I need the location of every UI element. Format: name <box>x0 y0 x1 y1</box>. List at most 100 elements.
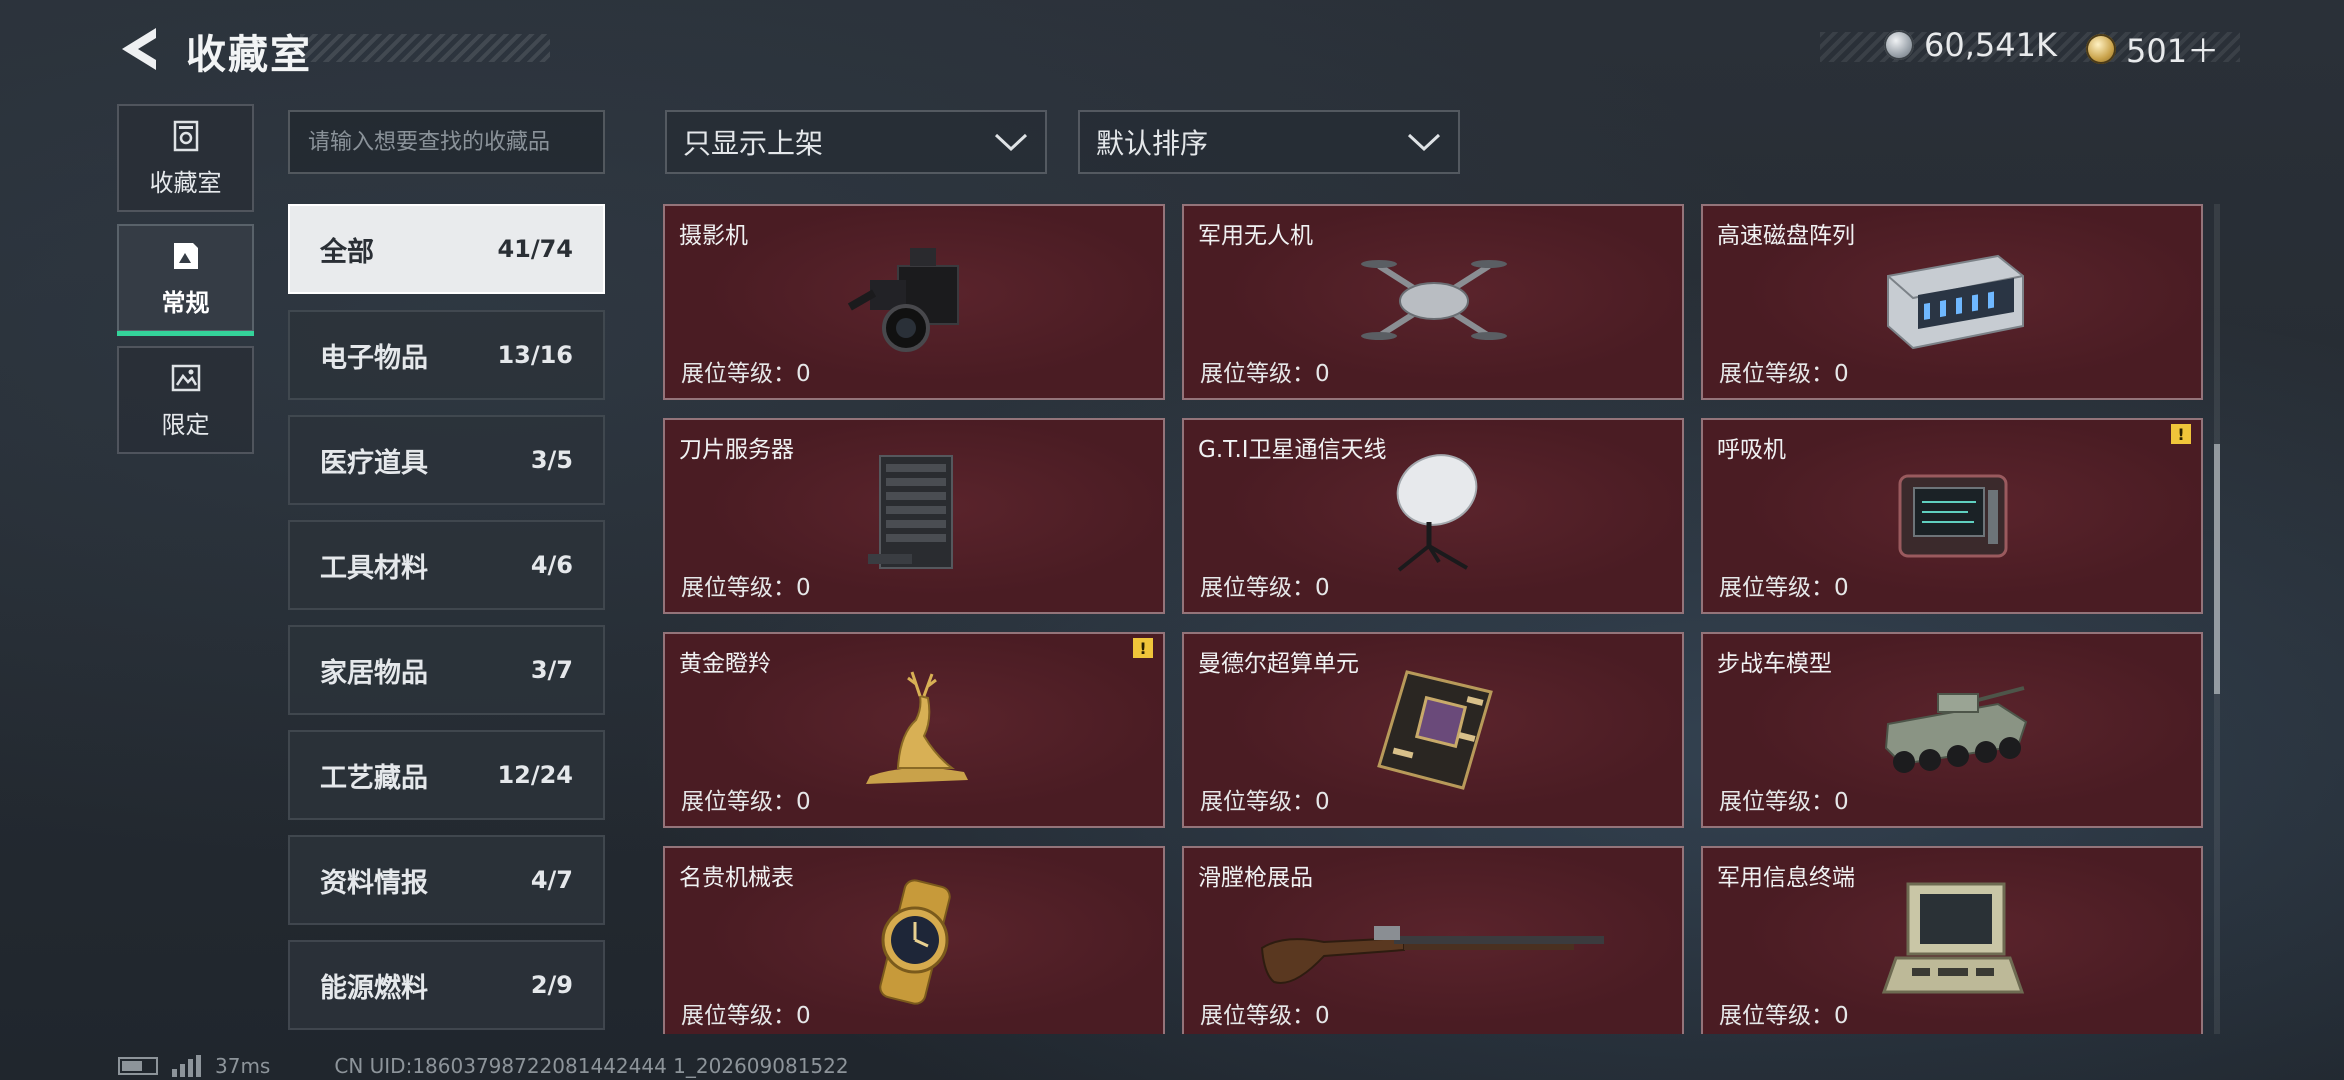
category-count: 12/24 <box>497 761 573 789</box>
item-card-musket[interactable]: 滑膛枪展品 展位等级：0 <box>1182 846 1684 1034</box>
item-name: 军用信息终端 <box>1717 865 1855 891</box>
category-label: 工艺藏品 <box>320 762 428 794</box>
title-decoration <box>300 34 550 62</box>
category-intel[interactable]: 资料情报 4/7 <box>288 835 605 925</box>
item-level-value: 0 <box>1315 361 1330 387</box>
category-count: 3/5 <box>530 446 573 474</box>
item-name: 刀片服务器 <box>679 437 794 463</box>
item-name: 曼德尔超算单元 <box>1198 651 1359 677</box>
item-level-value: 0 <box>1834 1003 1849 1029</box>
silver-coin-icon <box>1884 30 1914 60</box>
item-level: 展位等级：0 <box>1200 354 1330 388</box>
item-level-value: 0 <box>1315 575 1330 601</box>
gold-coin-icon <box>2086 34 2116 64</box>
category-count: 4/7 <box>530 866 573 894</box>
ping-value: 37ms <box>215 1054 271 1078</box>
gold-amount: 501＋ <box>2126 32 2220 70</box>
category-count: 13/16 <box>497 341 573 369</box>
item-card-blade-server[interactable]: 刀片服务器 展位等级：0 <box>663 418 1165 614</box>
display-filter-dropdown[interactable]: 只显示上架 <box>665 110 1047 174</box>
mode-tab-vault[interactable]: 收藏室 <box>117 104 254 212</box>
category-label: 工具材料 <box>320 552 428 584</box>
search-box <box>288 110 605 174</box>
item-level-value: 0 <box>1315 1003 1330 1029</box>
item-level-label: 展位等级： <box>1719 1003 1834 1029</box>
category-electronics[interactable]: 电子物品 13/16 <box>288 310 605 400</box>
drone-icon <box>1361 260 1507 340</box>
item-card-watch[interactable]: 名贵机械表 展位等级：0 <box>663 846 1165 1034</box>
category-crafts[interactable]: 工艺藏品 12/24 <box>288 730 605 820</box>
mode-tab-label: 收藏室 <box>149 168 222 197</box>
category-count: 2/9 <box>530 971 573 999</box>
ifv-model-icon <box>1884 686 2028 773</box>
mode-tab-label: 限定 <box>161 410 210 439</box>
item-level-label: 展位等级： <box>1200 789 1315 815</box>
category-label: 家居物品 <box>320 657 428 689</box>
category-label: 资料情报 <box>320 867 428 899</box>
item-level: 展位等级：0 <box>1719 996 1849 1030</box>
item-level-value: 0 <box>1834 575 1849 601</box>
header-bar: 收藏室 60,541K 501＋ <box>0 0 2344 100</box>
sort-order-value: 默认排序 <box>1096 127 1209 160</box>
terminal-case-icon <box>1881 882 2025 994</box>
watch-icon <box>879 879 951 1005</box>
alert-icon: ! <box>2171 424 2191 444</box>
mode-tab-label: 常规 <box>161 288 210 317</box>
battery-icon <box>118 1057 158 1075</box>
display-filter-value: 只显示上架 <box>683 127 824 160</box>
chevron-down-icon <box>1407 133 1441 152</box>
mode-tab-regular[interactable]: 常规 <box>117 224 254 336</box>
item-level: 展位等级：0 <box>1200 782 1330 816</box>
mode-tab-limited[interactable]: 限定 <box>117 346 254 454</box>
item-level-label: 展位等级： <box>681 789 796 815</box>
scrollbar-thumb[interactable] <box>2214 444 2220 694</box>
item-level-label: 展位等级： <box>681 1003 796 1029</box>
chevron-down-icon <box>994 133 1028 152</box>
category-count: 4/6 <box>530 551 573 579</box>
item-card-terminal-case[interactable]: 军用信息终端 展位等级：0 <box>1701 846 2203 1034</box>
item-card-camera[interactable]: 摄影机 展位等级：0 <box>663 204 1165 400</box>
category-home[interactable]: 家居物品 3/7 <box>288 625 605 715</box>
category-energy[interactable]: 能源燃料 2/9 <box>288 940 605 1030</box>
item-card-ventilator[interactable]: 呼吸机 ! 展位等级：0 <box>1701 418 2203 614</box>
search-input[interactable] <box>308 129 585 155</box>
item-level-label: 展位等级： <box>1200 361 1315 387</box>
item-name: 呼吸机 <box>1717 437 1786 463</box>
status-footer: 37ms CN UID:18603798722081442444 1_20260… <box>118 1054 849 1078</box>
gold-currency[interactable]: 501＋ <box>2086 26 2219 72</box>
item-level-value: 0 <box>1315 789 1330 815</box>
item-level: 展位等级：0 <box>1719 354 1849 388</box>
category-label: 全部 <box>320 236 374 268</box>
item-level: 展位等级：0 <box>681 782 811 816</box>
item-card-golden-gazelle[interactable]: 黄金瞪羚 ! 展位等级：0 <box>663 632 1165 828</box>
item-level-label: 展位等级： <box>681 575 796 601</box>
disk-array-icon <box>1887 254 2024 350</box>
item-card-disk-array[interactable]: 高速磁盘阵列 展位等级：0 <box>1701 204 2203 400</box>
category-label: 电子物品 <box>320 342 428 374</box>
item-card-satellite-dish[interactable]: G.T.I卫星通信天线 展位等级：0 <box>1182 418 1684 614</box>
item-card-ifv-model[interactable]: 步战车模型 展位等级：0 <box>1701 632 2203 828</box>
silver-amount: 60,541K <box>1924 26 2057 64</box>
item-level: 展位等级：0 <box>681 354 811 388</box>
gallery-icon <box>173 242 198 269</box>
item-card-supercomputer-unit[interactable]: 曼德尔超算单元 展位等级：0 <box>1182 632 1684 828</box>
category-tools[interactable]: 工具材料 4/6 <box>288 520 605 610</box>
category-count: 3/7 <box>530 656 573 684</box>
silver-currency[interactable]: 60,541K <box>1884 26 2057 64</box>
grid-scrollbar[interactable] <box>2214 204 2220 1034</box>
item-level: 展位等级：0 <box>681 568 811 602</box>
sort-order-dropdown[interactable]: 默认排序 <box>1078 110 1460 174</box>
uid-text: CN UID:18603798722081442444 1_2026090815… <box>334 1054 849 1078</box>
ventilator-icon <box>1898 474 2008 558</box>
item-name: 军用无人机 <box>1198 223 1313 249</box>
back-button[interactable] <box>116 24 160 74</box>
page-title: 收藏室 <box>186 32 312 78</box>
category-medical[interactable]: 医疗道具 3/5 <box>288 415 605 505</box>
item-name: 名贵机械表 <box>679 865 794 891</box>
category-all[interactable]: 全部 41/74 <box>288 204 605 294</box>
item-level: 展位等级：0 <box>1719 568 1849 602</box>
item-name: 步战车模型 <box>1717 651 1832 677</box>
item-name: 高速磁盘阵列 <box>1717 223 1855 249</box>
category-label: 能源燃料 <box>320 972 428 1004</box>
item-card-drone[interactable]: 军用无人机 展位等级：0 <box>1182 204 1684 400</box>
